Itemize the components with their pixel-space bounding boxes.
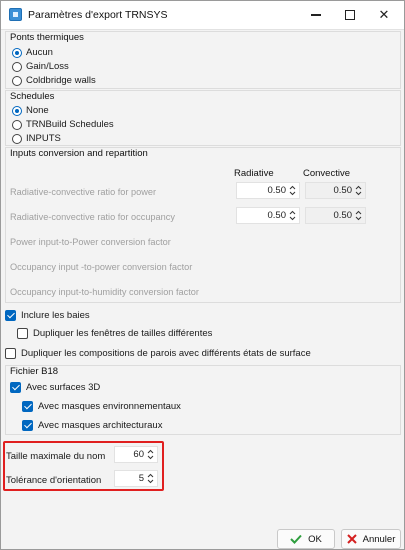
checkbox-label: Inclure les baies bbox=[21, 309, 90, 321]
spin-arrows-icon[interactable] bbox=[289, 185, 296, 196]
taille-nom-label: Taille maximale du nom bbox=[6, 451, 106, 462]
fichier-b18-group: Fichier B18 Avec surfaces 3D Avec masque… bbox=[5, 365, 401, 435]
spin-arrows-icon[interactable] bbox=[289, 210, 296, 221]
ratio-power-radiative-input[interactable]: 0.50 bbox=[236, 182, 300, 199]
ok-button[interactable]: OK bbox=[277, 529, 335, 549]
masques-env-checkbox[interactable] bbox=[22, 400, 33, 412]
radio-label: Coldbridge walls bbox=[26, 75, 96, 86]
dupliquer-fenetres-checkbox[interactable] bbox=[17, 327, 28, 339]
spin-arrows-icon[interactable] bbox=[147, 473, 154, 484]
dupliquer-fenetres-checkbox-row[interactable]: Dupliquer les fenêtres de tailles différ… bbox=[17, 326, 212, 340]
ok-label: OK bbox=[308, 533, 322, 545]
group-title: Schedules bbox=[10, 91, 55, 102]
minimize-button[interactable] bbox=[299, 1, 333, 29]
maximize-button[interactable] bbox=[333, 1, 367, 29]
spin-value: 0.50 bbox=[333, 210, 353, 221]
group-title: Inputs conversion and repartition bbox=[10, 148, 148, 159]
dupliquer-compositions-checkbox[interactable] bbox=[5, 347, 16, 359]
minimize-icon bbox=[311, 14, 321, 16]
radio-coldbridge-walls[interactable]: Coldbridge walls bbox=[12, 74, 96, 87]
radio-button[interactable] bbox=[12, 47, 22, 58]
occupancy-humidity-conversion-label: Occupancy input-to-humidity conversion f… bbox=[10, 287, 199, 297]
spin-value: 0.50 bbox=[333, 185, 353, 196]
power-conversion-label: Power input-to-Power conversion factor bbox=[10, 237, 171, 247]
cross-icon bbox=[346, 534, 357, 544]
radio-button[interactable] bbox=[12, 133, 22, 144]
title-bar[interactable]: Paramètres d'export TRNSYS ✕ bbox=[1, 1, 404, 29]
ratio-occupancy-radiative-input[interactable]: 0.50 bbox=[236, 207, 300, 224]
masques-arch-checkbox[interactable] bbox=[22, 419, 33, 431]
dialog-content: Ponts thermiques Aucun Gain/Loss Coldbri… bbox=[1, 29, 404, 549]
tolerance-orientation-input[interactable]: 5 bbox=[114, 470, 158, 487]
surfaces-3d-checkbox-row[interactable]: Avec surfaces 3D bbox=[10, 380, 100, 394]
cancel-button[interactable]: Annuler bbox=[341, 529, 401, 549]
radio-button[interactable] bbox=[12, 75, 22, 86]
radio-aucun[interactable]: Aucun bbox=[12, 46, 53, 59]
inclure-baies-checkbox-row[interactable]: Inclure les baies bbox=[5, 308, 90, 322]
spin-value: 5 bbox=[138, 473, 144, 484]
radio-button[interactable] bbox=[12, 105, 22, 116]
spin-value: 0.50 bbox=[267, 210, 287, 221]
radio-label: Aucun bbox=[26, 47, 53, 58]
inputs-conversion-group: Inputs conversion and repartition Radiat… bbox=[5, 147, 401, 303]
spin-value: 0.50 bbox=[267, 185, 287, 196]
radio-button[interactable] bbox=[12, 61, 22, 72]
window-title: Paramètres d'export TRNSYS bbox=[28, 9, 168, 21]
spin-arrows-icon[interactable] bbox=[355, 210, 362, 221]
schedules-group: Schedules None TRNBuild Schedules INPUTS bbox=[5, 90, 401, 146]
radio-label: None bbox=[26, 105, 49, 116]
masques-env-checkbox-row[interactable]: Avec masques environnementaux bbox=[22, 399, 181, 413]
radio-button[interactable] bbox=[12, 119, 22, 130]
inclure-baies-checkbox[interactable] bbox=[5, 309, 16, 321]
group-title: Ponts thermiques bbox=[10, 32, 84, 43]
checkbox-label: Avec surfaces 3D bbox=[26, 381, 101, 393]
ratio-power-label: Radiative-convective ratio for power bbox=[10, 187, 157, 197]
dialog-window: Paramètres d'export TRNSYS ✕ Ponts therm… bbox=[0, 0, 405, 550]
checkbox-label: Avec masques architecturaux bbox=[38, 419, 163, 431]
ponts-thermiques-group: Ponts thermiques Aucun Gain/Loss Coldbri… bbox=[5, 31, 401, 89]
ratio-power-convective-input[interactable]: 0.50 bbox=[305, 182, 366, 199]
surfaces-3d-checkbox[interactable] bbox=[10, 381, 21, 393]
ratio-occupancy-convective-input[interactable]: 0.50 bbox=[305, 207, 366, 224]
radio-trnbuild-schedules[interactable]: TRNBuild Schedules bbox=[12, 118, 114, 131]
tolerance-orientation-label: Tolérance d'orientation bbox=[6, 475, 102, 486]
radio-none[interactable]: None bbox=[12, 104, 49, 117]
radio-label: INPUTS bbox=[26, 133, 61, 144]
radio-label: TRNBuild Schedules bbox=[26, 119, 114, 130]
ratio-occupancy-label: Radiative-convective ratio for occupancy bbox=[10, 212, 175, 222]
radio-gain-loss[interactable]: Gain/Loss bbox=[12, 60, 69, 73]
checkbox-label: Dupliquer les fenêtres de tailles différ… bbox=[33, 327, 213, 339]
column-header-convective: Convective bbox=[303, 168, 350, 179]
maximize-icon bbox=[345, 10, 355, 20]
checkbox-label: Dupliquer les compositions de parois ave… bbox=[21, 347, 311, 359]
check-icon bbox=[290, 534, 302, 544]
close-icon: ✕ bbox=[378, 7, 390, 22]
spin-arrows-icon[interactable] bbox=[147, 449, 154, 460]
close-button[interactable]: ✕ bbox=[367, 1, 401, 29]
column-header-radiative: Radiative bbox=[234, 168, 274, 179]
radio-inputs[interactable]: INPUTS bbox=[12, 132, 61, 145]
checkbox-label: Avec masques environnementaux bbox=[38, 400, 181, 412]
spin-value: 60 bbox=[133, 449, 144, 460]
radio-label: Gain/Loss bbox=[26, 61, 69, 72]
spin-arrows-icon[interactable] bbox=[355, 185, 362, 196]
app-icon bbox=[9, 8, 22, 21]
taille-nom-input[interactable]: 60 bbox=[114, 446, 158, 463]
group-title: Fichier B18 bbox=[10, 366, 59, 377]
dupliquer-compositions-checkbox-row[interactable]: Dupliquer les compositions de parois ave… bbox=[5, 346, 311, 360]
masques-arch-checkbox-row[interactable]: Avec masques architecturaux bbox=[22, 418, 162, 432]
occupancy-power-conversion-label: Occupancy input -to-power conversion fac… bbox=[10, 262, 193, 272]
cancel-label: Annuler bbox=[362, 533, 396, 545]
